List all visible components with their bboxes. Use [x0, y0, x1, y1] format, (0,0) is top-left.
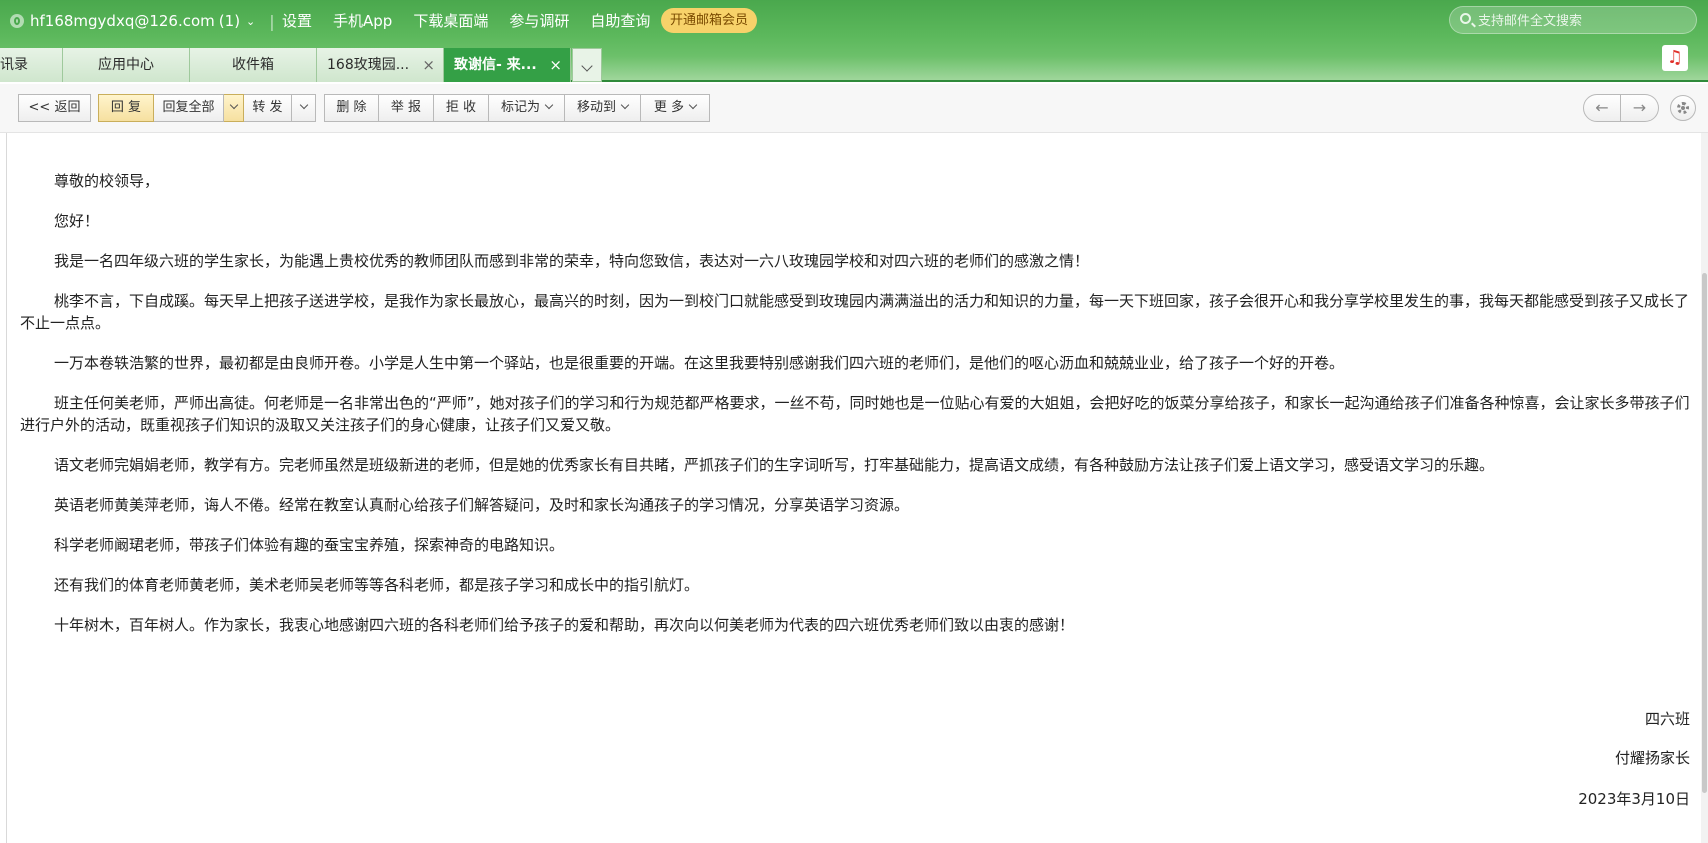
scrollbar[interactable]: [1701, 133, 1708, 843]
divider: |: [269, 11, 275, 31]
reply-all-button[interactable]: 回复全部: [154, 94, 224, 122]
close-icon[interactable]: ×: [422, 48, 435, 82]
tab-thank-you-letter[interactable]: 致谢信- 来... ×: [444, 48, 571, 82]
tab-label: 讯录: [0, 57, 28, 73]
tab-inbox[interactable]: 收件箱: [190, 48, 317, 82]
mark-as-button[interactable]: 标记为: [489, 94, 565, 122]
mark-as-label: 标记为: [500, 100, 540, 115]
scrollbar-thumb[interactable]: [1702, 273, 1707, 793]
chevron-down-icon: [229, 100, 238, 110]
reply-button[interactable]: 回 复: [98, 94, 154, 122]
email-paragraph: 您好！: [54, 212, 100, 230]
chevron-down-icon: [299, 100, 308, 110]
tab-label: 应用中心: [98, 57, 154, 73]
signature-name: 付耀扬家长: [1614, 749, 1690, 767]
move-to-button[interactable]: 移动到: [565, 94, 641, 122]
search-input[interactable]: [1476, 10, 1690, 32]
account-menu[interactable]: hf168mgydxq@126.com (1) ⌄ |: [10, 10, 289, 32]
tab-bar: 讯录 应用中心 收件箱 168玫瑰园... × 致谢信- 来... ×: [0, 48, 640, 82]
tab-more-button[interactable]: [572, 48, 602, 82]
email-paragraph: 班主任何美老师，严师出高徒。何老师是一名非常出色的“严师”，她对孩子们的学习和行…: [20, 394, 1690, 434]
top-header: hf168mgydxq@126.com (1) ⌄ | 设置 手机App 下载桌…: [0, 0, 1708, 82]
chevron-down-icon: [688, 100, 698, 110]
tab-label: 收件箱: [232, 57, 274, 73]
user-avatar-icon: [10, 14, 24, 28]
nav-settings[interactable]: 设置: [282, 9, 312, 33]
email-body: 尊敬的校领导， 您好！ 我是一名四年级六班的学生家长，为能遇上贵校优秀的教师团队…: [20, 170, 1690, 636]
unread-count: (1): [218, 12, 241, 30]
report-button[interactable]: 举 报: [379, 94, 434, 122]
reply-all-dropdown[interactable]: [224, 94, 244, 122]
nav-download-desktop[interactable]: 下载桌面端: [413, 9, 488, 33]
tab-label: 168玫瑰园...: [327, 57, 410, 73]
more-button[interactable]: 更 多: [641, 94, 710, 122]
delete-button[interactable]: 删 除: [324, 94, 379, 122]
close-icon[interactable]: ×: [549, 48, 562, 82]
nav-mobile-app[interactable]: 手机App: [333, 9, 392, 33]
music-icon[interactable]: ♫: [1662, 45, 1688, 71]
mail-toolbar: << 返回 回 复 回复全部 转 发 删 除 举 报 拒 收 标记为 移动到 更…: [0, 84, 1708, 133]
chevron-down-icon: [581, 60, 593, 72]
chevron-down-icon[interactable]: ⌄: [246, 15, 255, 28]
search-box[interactable]: [1449, 6, 1697, 34]
signature-date: 2023年3月10日: [1578, 790, 1690, 808]
signature-class: 四六班: [1644, 710, 1690, 728]
tab-label: 致谢信- 来...: [454, 57, 537, 73]
divider: [6, 133, 7, 843]
email-paragraph: 一万本卷轶浩繁的世界，最初都是由良师开卷。小学是人生中第一个驿站，也是很重要的开…: [54, 354, 1345, 372]
arrow-right-icon: →: [1632, 98, 1647, 117]
nav-survey[interactable]: 参与调研: [509, 9, 569, 33]
reject-button[interactable]: 拒 收: [434, 94, 489, 122]
email-paragraph: 桃李不言，下自成蹊。每天早上把孩子送进学校，是我作为家长最放心，最高兴的时刻，因…: [20, 292, 1690, 332]
email-paragraph: 语文老师完娟娟老师，教学有方。完老师虽然是班级新进的老师，但是她的优秀家长有目共…: [54, 456, 1495, 474]
arrow-left-icon: ←: [1595, 98, 1609, 117]
more-label: 更 多: [653, 100, 685, 115]
gear-icon[interactable]: [1670, 95, 1696, 121]
tab-168-rose-garden[interactable]: 168玫瑰园... ×: [317, 48, 444, 82]
next-mail-button[interactable]: →: [1621, 94, 1659, 122]
nav-self-service[interactable]: 自助查询: [590, 9, 650, 33]
email-paragraph: 科学老师阚珺老师，带孩子们体验有趣的蚕宝宝养殖，探索神奇的电路知识。: [54, 536, 565, 554]
account-email[interactable]: hf168mgydxq@126.com: [30, 12, 215, 30]
email-paragraph: 还有我们的体育老师黄老师，美术老师吴老师等等各科老师，都是孩子学习和成长中的指引…: [54, 576, 700, 594]
prev-mail-button[interactable]: ←: [1583, 94, 1621, 122]
search-icon: [1460, 13, 1471, 24]
chevron-down-icon: [620, 100, 630, 110]
vip-membership-button[interactable]: 开通邮箱会员: [661, 8, 758, 33]
move-to-label: 移动到: [576, 100, 616, 115]
email-paragraph: 我是一名四年级六班的学生家长，为能遇上贵校优秀的教师团队而感到非常的荣幸，特向您…: [54, 252, 1090, 270]
email-paragraph: 十年树木，百年树人。作为家长，我衷心地感谢四六班的各科老师们给予孩子的爱和帮助，…: [54, 616, 1075, 634]
chevron-down-icon: [544, 100, 554, 110]
tab-app-center[interactable]: 应用中心: [63, 48, 190, 82]
top-nav: 设置 手机App 下载桌面端 参与调研 自助查询: [282, 9, 671, 33]
forward-button[interactable]: 转 发: [244, 94, 292, 122]
email-paragraph: 英语老师黄美萍老师，诲人不倦。经常在教室认真耐心给孩子们解答疑问，及时和家长沟通…: [54, 496, 910, 514]
back-button[interactable]: << 返回: [18, 94, 91, 122]
email-paragraph: 尊敬的校领导，: [54, 172, 160, 190]
tab-contacts[interactable]: 讯录: [0, 48, 63, 82]
forward-dropdown[interactable]: [292, 94, 316, 122]
